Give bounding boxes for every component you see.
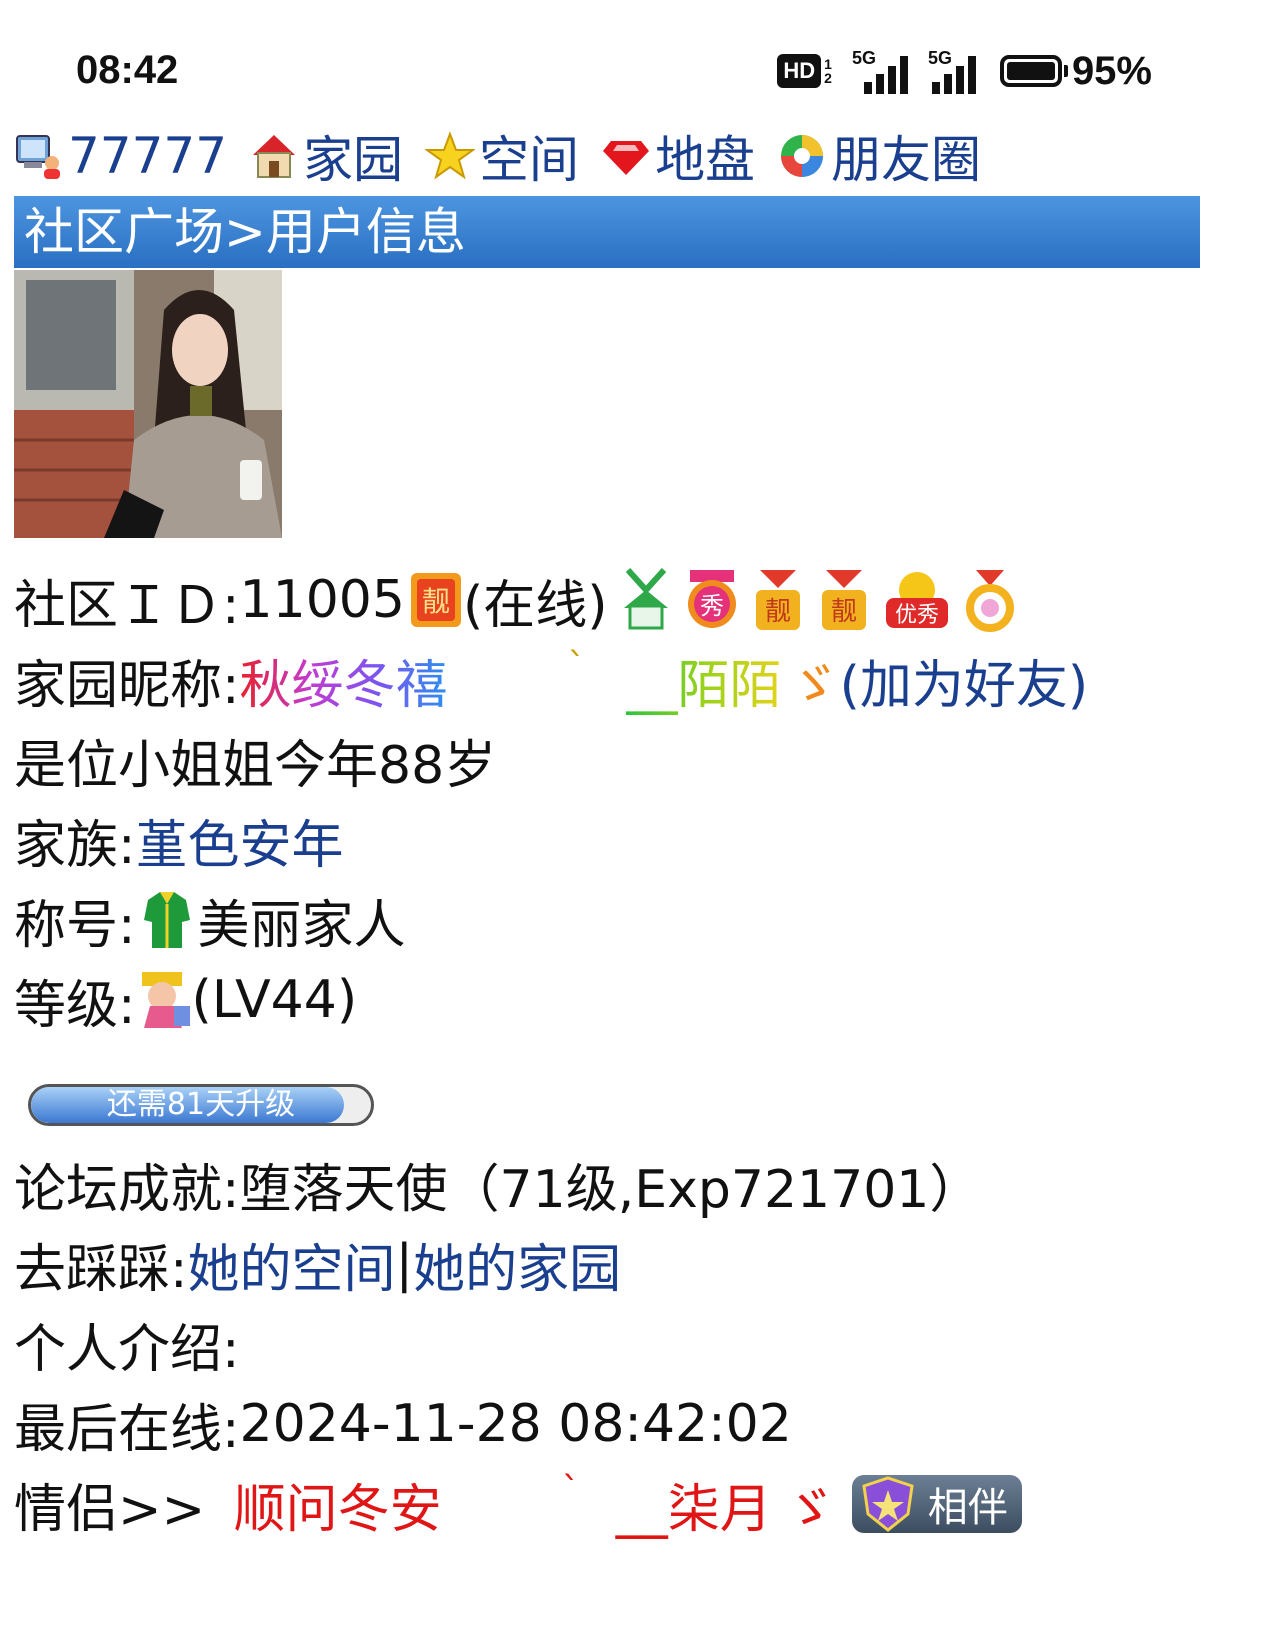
couple-name-part3: ゞ [783,1479,836,1540]
pretty-number-icon: 靓 [410,573,461,627]
last-online-label: 最后在线: [14,1399,240,1460]
svg-text:优秀: 优秀 [895,603,939,628]
last-online-row: 最后在线: 2024-11-28 08:42:02 [14,1384,1244,1464]
nav-item-home[interactable]: 家园 [249,120,403,192]
nickname-row: 家园昵称: 秋绥冬禧 ˋ __陌陌 ゞ (加为好友) [14,640,1244,720]
nav-label-home: 家园 [303,131,404,189]
intro-label: 个人介绍: [14,1319,240,1380]
clan-row: 家族: 堇色安年 [14,800,1244,880]
breadcrumb-bar: 社区广场>用户信息 [14,196,1200,268]
purple-shield-icon [862,1476,914,1532]
title-value: 美丽家人 [197,895,406,956]
id-label: 社区ＩＤ: [14,575,240,636]
status-icons: HD 12 5G 5G 95% [777,48,1152,94]
profile-details-2: 论坛成就: 堕落天使（71级,Exp721701） 去踩踩: 她的空间 | 她的… [14,1144,1244,1544]
age-row: 是位小姐姐今年88岁 [14,735,497,796]
star-icon [425,131,476,180]
intro-row: 个人介绍: [14,1304,1244,1384]
title-row: 称号: 美丽家人 [14,880,1244,960]
clan-link[interactable]: 堇色安年 [136,803,344,878]
pretty-medal-icon-2: 靓 [821,570,866,630]
profile-details: 社区ＩＤ: 11005 靓 (在线) 秀 靓 靓 优秀 家园昵称: 秋绥冬禧 ˋ… [14,560,1244,1040]
top-nav: 77777 家园 空间 地盘 朋友圈 [14,120,1003,192]
her-home-link[interactable]: 她的家园 [413,1227,621,1302]
handsome-medal-icon: 秀 [687,570,736,628]
id-value: 11005 [239,570,405,630]
visit-label: 去踩踩: [14,1239,188,1300]
svg-text:靓: 靓 [422,585,450,618]
couple-label: 情侣>> [14,1479,222,1540]
couple-row: 情侣>> 顺问冬安 ˋ __柒月 ゞ 相伴 [14,1464,1244,1544]
forum-label: 论坛成就: [14,1159,240,1220]
diamond-icon [603,141,650,175]
level-row: 等级: (LV44) [14,960,1244,1040]
online-status: (在线) [462,575,608,636]
svg-text:靓: 靓 [765,597,791,627]
nav-label-territory: 地盘 [655,131,756,189]
couple-mark: ˋ [561,1470,580,1511]
svg-text:靓: 靓 [831,597,857,627]
couple-badge-label: 相伴 [927,1485,1008,1531]
upgrade-progress-label: 还需81天升级 [106,1087,296,1122]
excellent-medal-icon: 优秀 [885,572,948,628]
nickname-mark: ˋ [567,646,586,687]
nickname-part1: 秋绥冬禧 [240,643,448,718]
green-robe-icon [143,892,190,948]
hd-voice-icon: HD 12 [777,54,832,88]
forum-row: 论坛成就: 堕落天使（71级,Exp721701） [14,1144,1244,1224]
hd-sub: 12 [824,56,832,86]
couple-name-part2: __柒月 [615,1479,772,1540]
signal-5g-icon-1: 5G [848,48,908,94]
green-house-medal-icon [623,568,668,630]
id-row: 社区ＩＤ: 11005 靓 (在线) 秀 靓 靓 优秀 [14,560,1244,640]
nav-label-user: 77777 [68,127,228,185]
camera-aperture-icon [781,135,824,177]
last-online-value: 2024-11-28 08:42:02 [239,1394,792,1454]
nav-item-territory[interactable]: 地盘 [601,120,755,192]
home-icon [253,135,296,178]
forum-value: 堕落天使（71级,Exp721701） [239,1159,982,1220]
pretty-medal-icon-1: 靓 [755,570,800,630]
nickname-part3: ゞ [787,655,840,716]
upgrade-progress-bar: 还需81天升级 [28,1084,374,1126]
avatar[interactable] [14,270,282,538]
status-bar: 08:42 HD 12 5G 5G 95% [0,0,1264,120]
battery-icon: 95% [999,48,1152,94]
clock: 08:42 [76,48,179,92]
breadcrumb: 社区广场>用户信息 [24,203,466,261]
nickname-part2: __陌陌 [626,643,782,718]
signal-5g-icon-2: 5G [924,48,984,94]
title-label: 称号: [14,895,136,956]
svg-text:秀: 秀 [700,592,724,620]
level-avatar-icon [141,972,190,1028]
battery-percent: 95% [1071,48,1152,93]
level-label: 等级: [14,975,136,1036]
add-friend-link[interactable]: (加为好友) [840,643,1089,718]
hd-label: HD [777,54,822,88]
visit-row: 去踩踩: 她的空间 | 她的家园 [14,1224,1244,1304]
ring-medal-icon [965,570,1014,632]
nav-label-moments: 朋友圈 [831,131,982,189]
nickname-label: 家园昵称: [14,655,240,716]
her-space-link[interactable]: 她的空间 [188,1227,396,1302]
nav-label-space: 空间 [479,131,580,189]
level-value: (LV44) [191,970,358,1030]
clan-label: 家族: [14,815,136,876]
nav-item-user[interactable]: 77777 [14,127,227,185]
visit-separator: | [395,1234,414,1294]
nav-item-moments[interactable]: 朋友圈 [777,120,981,192]
nav-item-space[interactable]: 空间 [425,120,579,192]
couple-name-part1[interactable]: 顺问冬安 [234,1467,442,1542]
couple-badge: 相伴 [851,1475,1022,1533]
computer-user-icon [16,135,60,179]
